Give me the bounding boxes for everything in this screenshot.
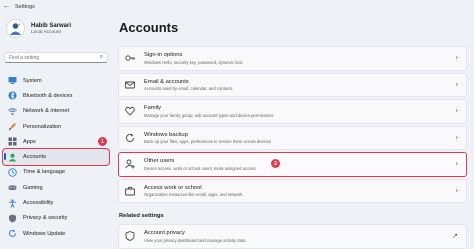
sidebar-item-bluetooth[interactable]: Bluetooth & devices bbox=[3, 88, 109, 103]
globe-clock-icon bbox=[8, 168, 17, 177]
title-bar: ← Settings bbox=[0, 0, 474, 13]
card-sign-in-options[interactable]: Sign-in options Windows Hello, security … bbox=[118, 46, 467, 71]
sidebar-item-personalization[interactable]: Personalization bbox=[3, 119, 109, 134]
card-description: Device access, work or school users, kio… bbox=[144, 165, 256, 171]
window-title: Settings bbox=[15, 3, 35, 10]
controller-icon bbox=[8, 183, 17, 192]
sidebar-item-label: Accounts bbox=[23, 154, 47, 161]
wifi-icon bbox=[8, 107, 17, 116]
chevron-right-icon: › bbox=[455, 187, 458, 195]
sidebar-nav: System Bluetooth & devices Network & int… bbox=[2, 73, 110, 241]
chevron-right-icon: › bbox=[455, 160, 458, 168]
related-settings-heading: Related settings bbox=[119, 213, 164, 219]
avatar bbox=[6, 19, 25, 38]
sidebar-item-apps[interactable]: Apps bbox=[3, 134, 109, 149]
sidebar-item-label: System bbox=[23, 77, 42, 84]
sidebar-item-windows-update[interactable]: Windows Update bbox=[3, 226, 109, 241]
search-placeholder: Find a setting bbox=[9, 54, 40, 61]
search-input[interactable]: Find a setting ⌕ bbox=[4, 52, 108, 63]
person-icon bbox=[8, 153, 17, 162]
sidebar-item-privacy-security[interactable]: Privacy & security bbox=[3, 211, 109, 226]
card-title: Sign-in options bbox=[144, 52, 183, 58]
sidebar-item-label: Accessibility bbox=[23, 200, 54, 207]
back-arrow-icon[interactable]: ← bbox=[3, 3, 11, 10]
sidebar-item-label: Time & language bbox=[23, 169, 66, 176]
monitor-icon bbox=[8, 76, 17, 85]
annotation-badge-1: 1 bbox=[98, 137, 107, 146]
accessibility-icon bbox=[8, 198, 17, 208]
sidebar-item-accessibility[interactable]: Accessibility bbox=[3, 195, 109, 210]
user-profile[interactable]: Habib Sarwari Local Account bbox=[6, 19, 71, 38]
open-external-icon: ↗ bbox=[452, 233, 458, 241]
card-family[interactable]: Family Manage your family group, edit ac… bbox=[118, 99, 467, 124]
refresh-icon bbox=[125, 133, 135, 143]
card-title: Family bbox=[144, 105, 162, 111]
sidebar-item-label: Privacy & security bbox=[23, 215, 68, 222]
card-title: Windows backup bbox=[144, 131, 188, 138]
chevron-right-icon: › bbox=[455, 107, 458, 115]
card-title: Email & accounts bbox=[144, 78, 189, 85]
sidebar-item-label: Windows Update bbox=[23, 230, 66, 237]
update-icon bbox=[8, 229, 17, 238]
card-title: Account privacy bbox=[144, 230, 185, 236]
profile-name: Habib Sarwari bbox=[31, 22, 72, 29]
sidebar-item-gaming[interactable]: Gaming bbox=[3, 180, 109, 195]
chevron-right-icon: › bbox=[455, 134, 458, 142]
sidebar-item-label: Bluetooth & devices bbox=[23, 92, 73, 99]
chevron-right-icon: › bbox=[455, 54, 458, 62]
key-icon bbox=[125, 53, 135, 63]
sidebar-item-time-language[interactable]: Time & language bbox=[3, 165, 109, 180]
card-description: Windows Hello, security key, password, d… bbox=[144, 59, 243, 65]
sidebar-item-label: Apps bbox=[23, 138, 36, 145]
sidebar-item-label: Personalization bbox=[23, 123, 62, 130]
shield-icon bbox=[8, 214, 17, 223]
bluetooth-icon bbox=[8, 91, 17, 100]
sidebar-item-label: Gaming bbox=[23, 184, 43, 191]
shield-icon bbox=[125, 231, 135, 242]
sidebar-item-network[interactable]: Network & internet bbox=[3, 104, 109, 119]
card-description: Back up your files, apps, preferences to… bbox=[144, 139, 272, 144]
chevron-right-icon: › bbox=[455, 81, 458, 89]
search-icon[interactable]: ⌕ bbox=[100, 54, 103, 61]
card-account-privacy[interactable]: Account privacy View your privacy dashbo… bbox=[118, 224, 467, 249]
card-description: View your privacy dashboard and manage a… bbox=[144, 237, 246, 243]
mail-icon bbox=[125, 80, 135, 90]
profile-account-type: Local Account bbox=[31, 29, 61, 35]
card-description: Accounts used by email, calendar, and co… bbox=[144, 86, 233, 91]
sidebar-item-accounts[interactable]: Accounts bbox=[2, 148, 110, 166]
apps-icon bbox=[8, 137, 17, 146]
card-description: Organization resources like email, apps,… bbox=[144, 192, 243, 197]
sidebar: Habib Sarwari Local Account Find a setti… bbox=[0, 13, 113, 249]
accounts-settings-list: Sign-in options Windows Hello, security … bbox=[118, 46, 467, 205]
card-email-accounts[interactable]: Email & accounts Accounts used by email,… bbox=[118, 72, 467, 97]
sidebar-item-system[interactable]: System bbox=[3, 73, 109, 88]
person-add-icon bbox=[125, 159, 135, 169]
briefcase-icon bbox=[125, 186, 135, 196]
card-other-users[interactable]: Other users Device access, work or schoo… bbox=[118, 152, 467, 177]
card-title: Access work or school bbox=[144, 184, 202, 191]
annotation-badge-2: 2 bbox=[271, 159, 280, 168]
page-title: Accounts bbox=[119, 20, 179, 35]
heart-icon bbox=[125, 106, 135, 116]
card-title: Other users bbox=[144, 158, 175, 164]
brush-icon bbox=[8, 122, 17, 131]
card-description: Manage your family group, edit account t… bbox=[144, 112, 274, 118]
card-windows-backup[interactable]: Windows backup Back up your files, apps,… bbox=[118, 125, 467, 150]
avatar-person-icon bbox=[10, 23, 21, 35]
sidebar-item-label: Network & internet bbox=[23, 108, 70, 115]
card-access-work-school[interactable]: Access work or school Organization resou… bbox=[118, 178, 467, 203]
